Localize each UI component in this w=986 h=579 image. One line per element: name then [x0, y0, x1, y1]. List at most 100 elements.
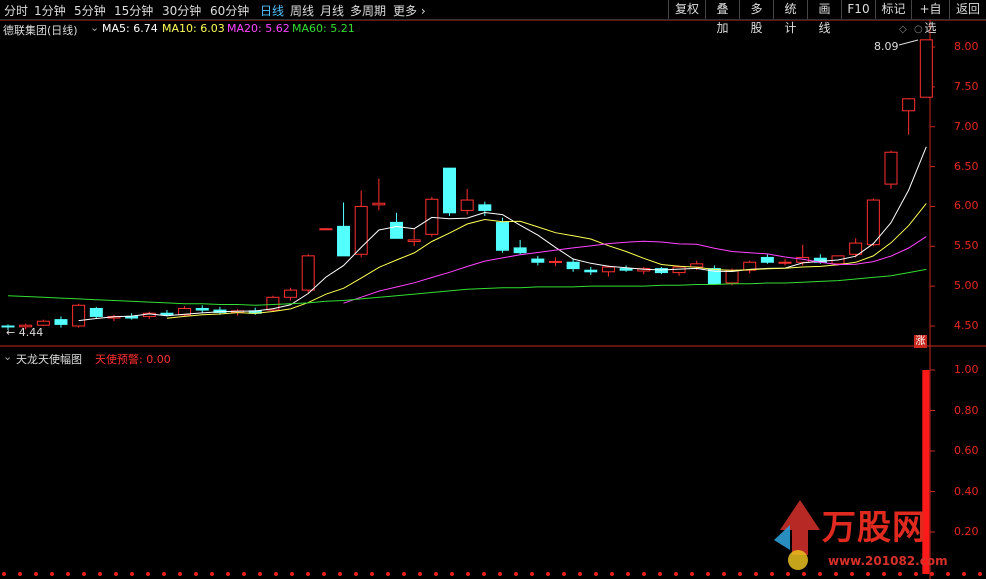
high-arrow [898, 39, 919, 46]
kline-chart[interactable] [0, 0, 986, 579]
indicator-collapse-icon[interactable]: ⌄ [3, 350, 12, 363]
candle-body [319, 228, 333, 231]
time-axis-dot [498, 572, 502, 576]
draw-line-button[interactable]: 画线 [807, 0, 841, 35]
collapse-circle-icon[interactable]: ⌄ [90, 21, 99, 34]
period-tab-multi[interactable]: 多周期 [350, 2, 386, 19]
candle-body [495, 221, 509, 251]
time-axis-dot [18, 572, 22, 576]
period-tab-daily[interactable]: 日线 [260, 2, 284, 19]
period-tab-fenshi[interactable]: 分时 [4, 2, 28, 19]
time-axis-dot [754, 572, 758, 576]
candle-body [160, 312, 174, 316]
price-tick-label: 8.00 [954, 40, 979, 53]
indicator-title: 天龙天使幅图 [16, 353, 82, 366]
candle-body [301, 255, 315, 291]
back-button[interactable]: 返回 [949, 0, 986, 19]
period-tab-5min[interactable]: 5分钟 [74, 2, 106, 19]
time-axis-dot [706, 572, 710, 576]
time-axis-dot [402, 572, 406, 576]
time-axis-dot [434, 572, 438, 576]
time-axis-dot [930, 572, 934, 576]
high-price-marker: 8.09 [874, 40, 899, 53]
chevron-right-icon: › [420, 4, 426, 18]
time-axis-dot [818, 572, 822, 576]
price-tick-label: 5.50 [954, 239, 979, 253]
candle-body [778, 261, 792, 264]
time-axis-dot [66, 572, 70, 576]
brand-watermark: 万股网 www.201082.com [770, 500, 980, 572]
time-axis-dot [866, 572, 870, 576]
indicator-tick-label: 0.40 [954, 484, 979, 498]
candle-body [548, 260, 562, 263]
time-axis-dot [738, 572, 742, 576]
time-axis-dot [882, 572, 886, 576]
diamond-icon[interactable]: ◇ [899, 24, 907, 35]
multi-stock-button[interactable]: 多股 [739, 0, 773, 35]
period-tab-weekly[interactable]: 周线 [290, 2, 314, 19]
time-axis-dot [370, 572, 374, 576]
period-tab-monthly[interactable]: 月线 [320, 2, 344, 19]
candle-body [425, 198, 439, 235]
time-axis-dot [450, 572, 454, 576]
candle-body [513, 247, 527, 254]
time-axis-dot [770, 572, 774, 576]
candle-body [654, 268, 668, 274]
low-price-marker: ← 4.44 [6, 326, 44, 339]
time-axis-dot [338, 572, 342, 576]
time-axis-dot [210, 572, 214, 576]
candle-body [443, 167, 456, 214]
time-axis-dot [482, 572, 486, 576]
period-tab-60min[interactable]: 60分钟 [210, 2, 249, 19]
time-axis-dot [898, 572, 902, 576]
period-tab-more[interactable]: 更多 › [393, 2, 426, 19]
period-toolbar: 分时 1分钟 5分钟 15分钟 30分钟 60分钟 日线 周线 月线 多周期 更… [0, 0, 986, 35]
time-axis-dot [946, 572, 950, 576]
price-tick-label: 5.00 [954, 279, 979, 293]
time-axis-dot [418, 572, 422, 576]
candle-body [531, 258, 545, 263]
time-axis-dot [850, 572, 854, 576]
time-axis-dot [610, 572, 614, 576]
time-axis-dot [226, 572, 230, 576]
time-axis-dot [162, 572, 166, 576]
ma20-label: MA20: 5.62 [227, 22, 290, 35]
indicator-tick-label: 0.80 [954, 403, 979, 417]
ma5-label: MA5: 6.74 [102, 22, 158, 35]
candle-body [72, 304, 86, 327]
candle-body [601, 266, 615, 273]
time-axis-dot [514, 572, 518, 576]
candle-body [36, 320, 50, 326]
time-axis-dot [322, 572, 326, 576]
mark-button[interactable]: 标记 [875, 0, 911, 19]
time-axis-dot [978, 572, 982, 576]
period-tab-1min[interactable]: 1分钟 [34, 2, 66, 19]
candle-body [584, 269, 598, 273]
price-tick-label: 7.00 [954, 119, 979, 133]
period-tab-30min[interactable]: 30分钟 [162, 2, 201, 19]
price-tick-label: 7.50 [954, 79, 979, 93]
overlay-button[interactable]: 叠加 [705, 0, 739, 35]
f10-button[interactable]: F10 [841, 0, 875, 19]
period-tab-15min[interactable]: 15分钟 [114, 2, 153, 19]
candle-body [460, 199, 474, 211]
time-axis-dot [386, 572, 390, 576]
statistics-button[interactable]: 统计 [773, 0, 807, 35]
time-axis-dot [578, 572, 582, 576]
time-axis-dot [562, 572, 566, 576]
time-axis-dot [786, 572, 790, 576]
candle-body [284, 289, 298, 298]
candle-body [690, 263, 704, 268]
time-axis-dot [642, 572, 646, 576]
adjust-button[interactable]: 复权 [668, 0, 705, 19]
time-axis-dot [722, 572, 726, 576]
time-axis-dot [194, 572, 198, 576]
circle-icon[interactable]: ○ [914, 24, 923, 35]
candle-body [372, 202, 386, 206]
price-tick-label: 6.50 [954, 159, 979, 173]
candle-body [919, 39, 933, 98]
candle-body [725, 269, 739, 284]
time-axis-dot [178, 572, 182, 576]
ma10-label: MA10: 6.03 [162, 22, 225, 35]
add-watchlist-button[interactable]: +自选 [911, 0, 949, 35]
